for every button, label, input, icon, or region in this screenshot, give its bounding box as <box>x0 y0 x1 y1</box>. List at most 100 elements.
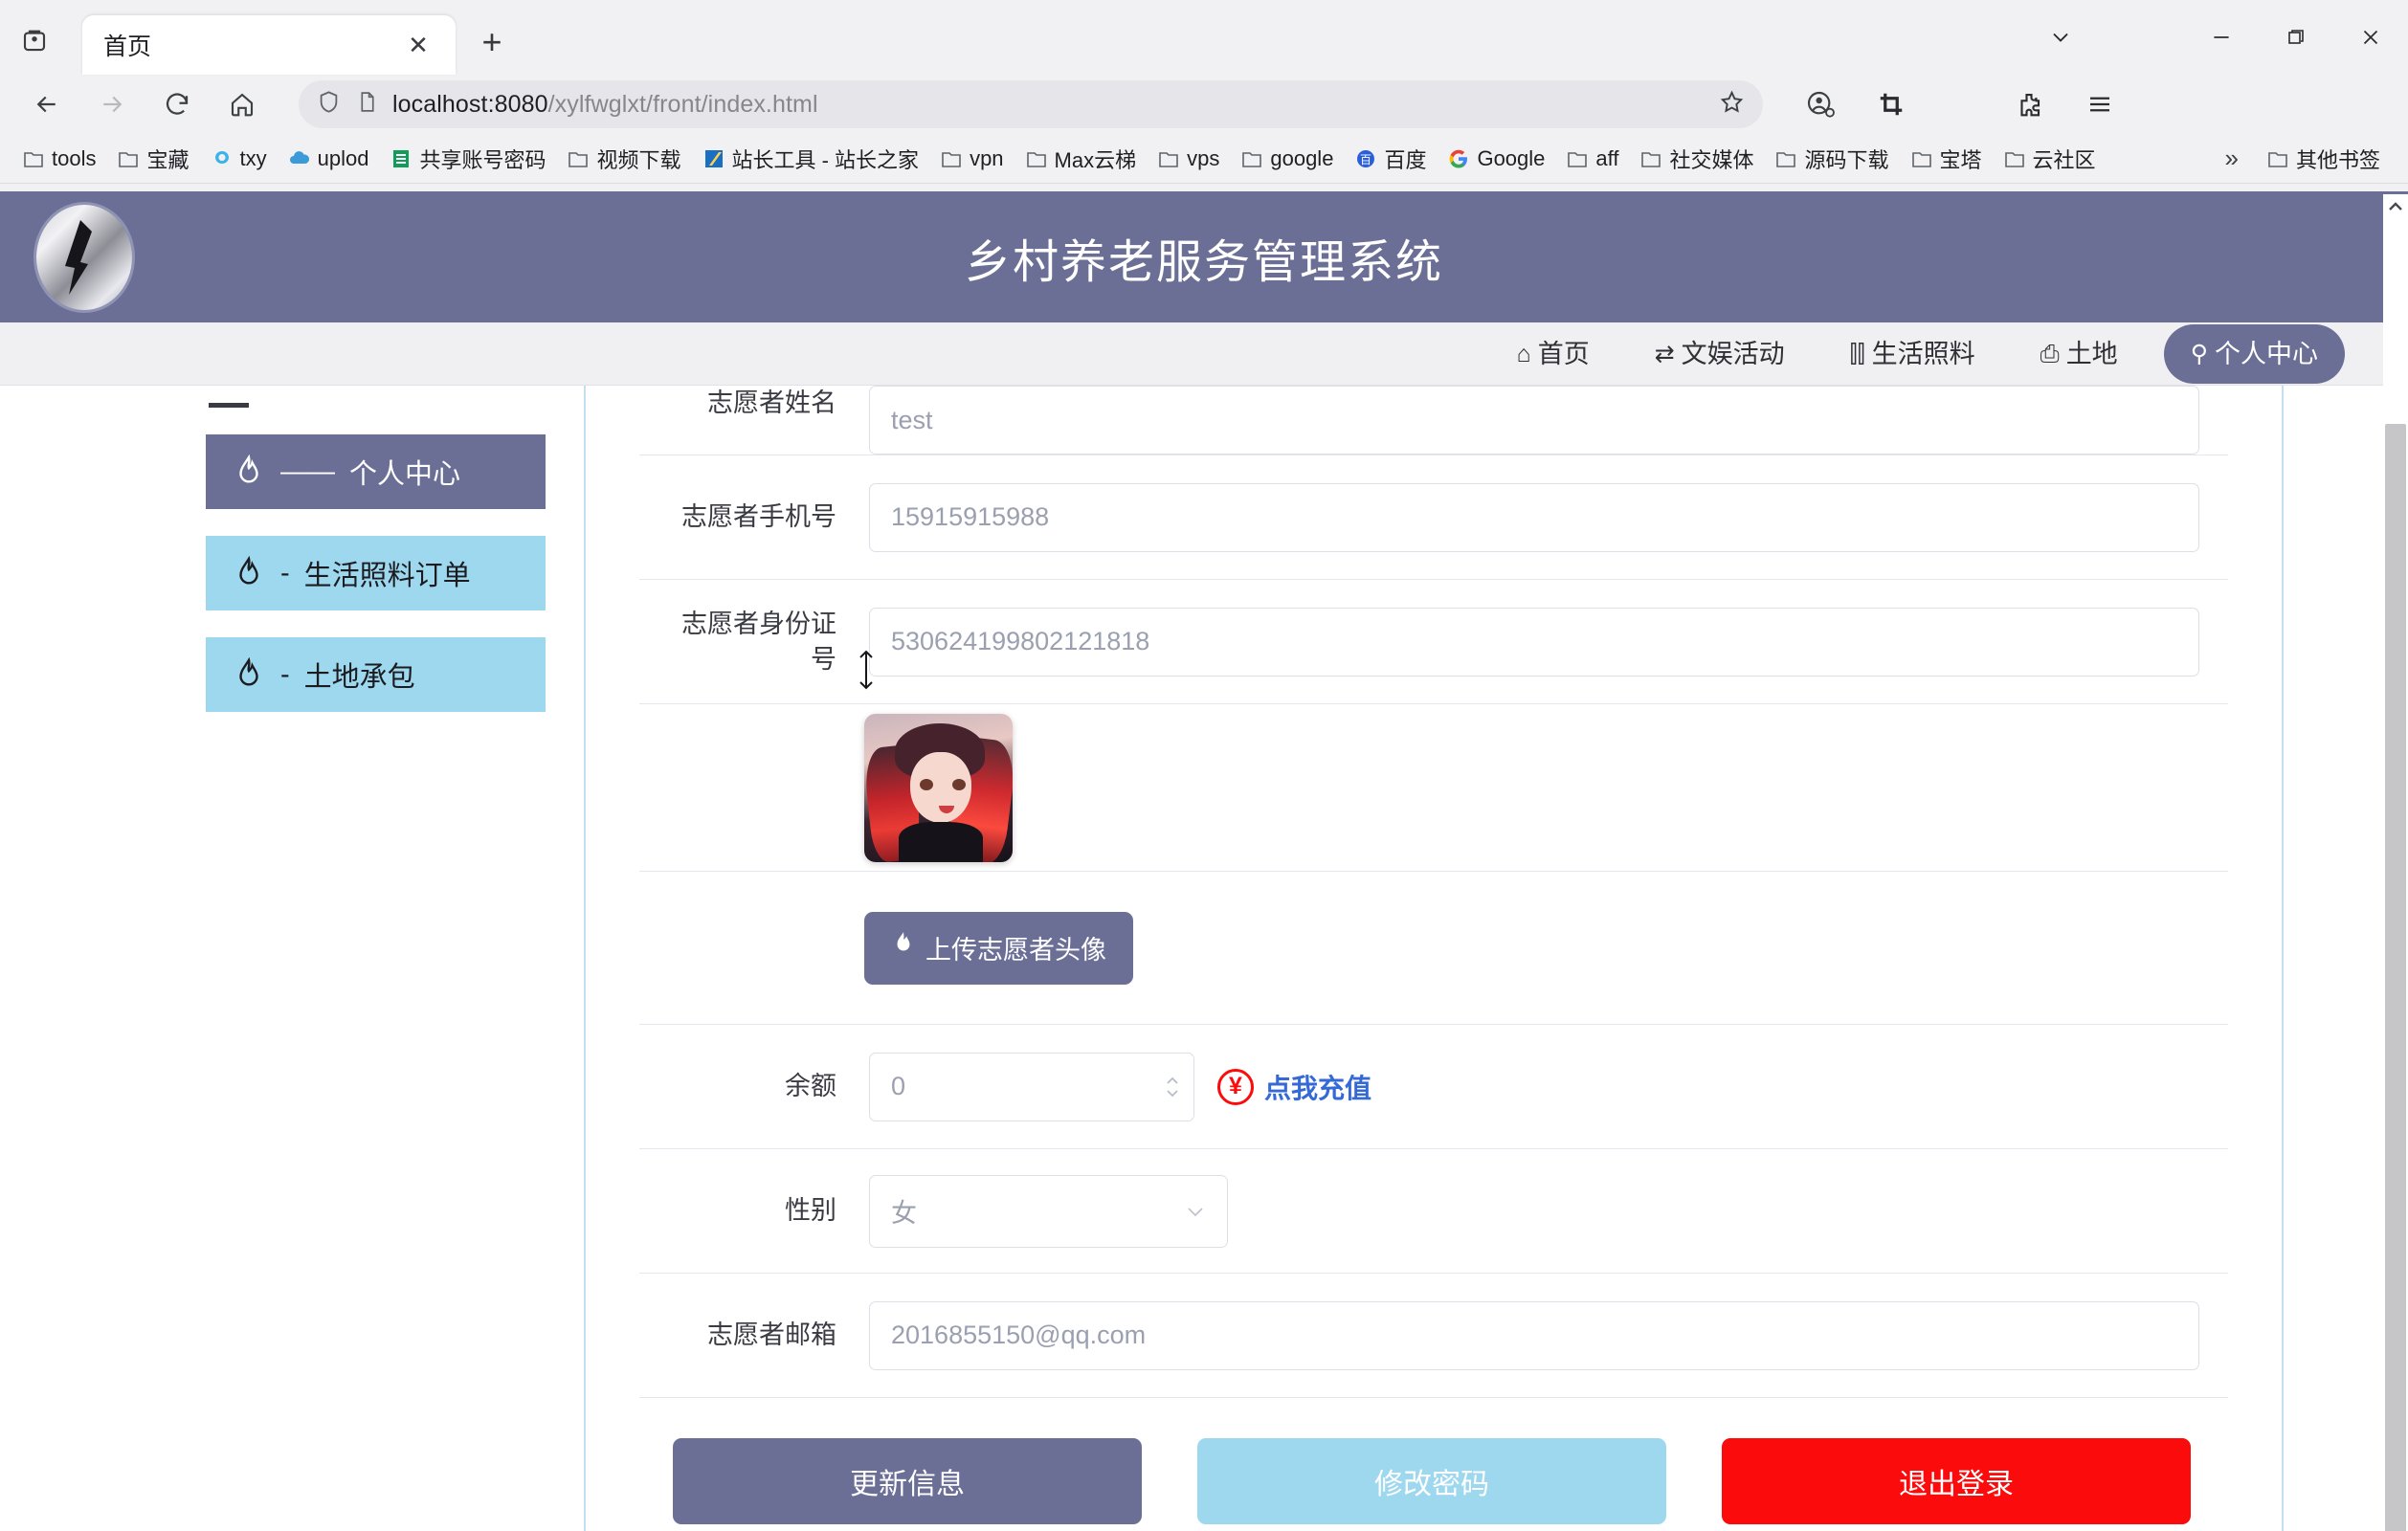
minimize-icon[interactable] <box>2184 0 2259 75</box>
recharge-label: 点我充值 <box>1264 1073 1372 1103</box>
nav-item-3[interactable]: ⫿⫿ 生活照料 <box>1817 322 2008 386</box>
site-header: 乡村养老服务管理系统 <box>0 191 2408 322</box>
avatar[interactable] <box>864 713 1013 862</box>
nav-item-2[interactable]: ⇄ 文娱活动 <box>1622 322 1817 386</box>
sidebar-divider <box>209 403 249 408</box>
nav-item-4[interactable]: ⎙ 土地 <box>2008 322 2151 386</box>
bookmark-label: 宝藏 <box>146 147 190 172</box>
nav-item-label: 生活照料 <box>1871 339 1975 368</box>
scroll-up-icon[interactable] <box>2387 198 2404 217</box>
bookmark-item[interactable]: aff <box>1557 143 1627 175</box>
bookmark-label: 共享账号密码 <box>419 147 546 172</box>
screenshot-crop-icon[interactable] <box>1861 75 1922 134</box>
home-icon[interactable] <box>212 75 272 134</box>
browser-menu-icon[interactable] <box>2069 75 2130 134</box>
tencent-cloud-icon <box>211 147 234 170</box>
folder-icon <box>22 147 45 170</box>
folder-icon <box>1910 147 1933 170</box>
bookmark-item[interactable]: 源码下载 <box>1766 140 1897 178</box>
page-scrollbar[interactable] <box>2383 194 2408 1531</box>
maximize-icon[interactable] <box>2259 0 2333 75</box>
folder-icon <box>1639 147 1662 170</box>
back-icon[interactable] <box>17 75 77 134</box>
upload-avatar-button[interactable]: 上传志愿者头像 <box>864 911 1133 985</box>
new-tab-button[interactable]: + <box>465 15 519 69</box>
profile-icon[interactable] <box>1790 75 1851 134</box>
bookmark-item[interactable]: 共享账号密码 <box>381 140 554 178</box>
bookmark-label: 源码下载 <box>1804 147 1889 172</box>
form-row-email: 志愿者邮箱 2016855150@qq.com <box>639 1274 2228 1398</box>
nav-item-1[interactable]: ⌂ 首页 <box>1484 322 1622 386</box>
user-icon: ⚲ <box>2190 340 2208 367</box>
tab-search-icon[interactable] <box>13 19 56 61</box>
baidu-icon: 百 <box>1354 147 1377 170</box>
activity-icon: ⇄ <box>1654 340 1675 367</box>
resize-cursor <box>856 649 877 690</box>
scrollbar-thumb[interactable] <box>2385 424 2406 1531</box>
bookmark-item[interactable]: txy <box>202 143 276 175</box>
reload-icon[interactable] <box>147 75 207 134</box>
bookmark-item[interactable]: google <box>1232 143 1342 175</box>
folder-icon <box>1774 147 1797 170</box>
change-password-button[interactable]: 修改密码 <box>1197 1438 1666 1524</box>
bookmark-item[interactable]: 宝藏 <box>108 140 197 178</box>
bookmark-item[interactable]: 视频下载 <box>558 140 689 178</box>
browser-tab[interactable]: 首页 ✕ <box>82 15 456 75</box>
google-icon <box>1447 147 1470 170</box>
bookmark-item[interactable]: uplod <box>279 143 378 175</box>
number-spinner[interactable] <box>1165 1076 1180 1098</box>
bookmark-item[interactable]: vps <box>1148 143 1228 175</box>
bookmark-item[interactable]: vpn <box>931 143 1012 175</box>
extensions-puzzle-icon[interactable] <box>1998 75 2060 134</box>
bookmark-other[interactable]: 其他书签 <box>2258 140 2389 178</box>
site-nav: ⌂ 首页 ⇄ 文娱活动 ⫿⫿ 生活照料 ⎙ 土地 ⚲ 个人中心 <box>0 322 2408 386</box>
bookmark-item[interactable]: 宝塔 <box>1902 140 1991 178</box>
volunteer-email-input[interactable]: 2016855150@qq.com <box>869 1300 2199 1370</box>
bookmarks-overflow-icon[interactable]: » <box>2210 144 2254 173</box>
update-info-button[interactable]: 更新信息 <box>673 1438 1142 1524</box>
page-info-icon[interactable] <box>355 90 379 119</box>
bookmark-item[interactable]: 站长工具 - 站长之家 <box>694 140 928 178</box>
upload-avatar-label: 上传志愿者头像 <box>925 936 1106 965</box>
sidebar-item-separator: —— <box>280 455 335 487</box>
action-buttons: 更新信息 修改密码 退出登录 <box>639 1398 2228 1524</box>
profile-card: 志愿者姓名 test 志愿者手机号 15915915988 志愿者身份证号 53… <box>584 386 2284 1531</box>
form-row-idcard: 志愿者身份证号 530624199802121818 <box>639 580 2228 704</box>
volunteer-idcard-input[interactable]: 530624199802121818 <box>869 607 2199 677</box>
volunteer-phone-input[interactable]: 15915915988 <box>869 482 2199 552</box>
tab-title: 首页 <box>103 33 152 60</box>
bookmark-item[interactable]: 云社区 <box>1995 140 2105 178</box>
bookmarks-overflow: » 其他书签 <box>2210 140 2395 178</box>
bookmark-label: vps <box>1187 145 1220 170</box>
address-bar[interactable]: localhost:8080/xylfwglxt/front/index.htm… <box>299 80 1763 128</box>
sidebar-item-1[interactable]: —— 个人中心 <box>206 434 546 509</box>
bookmark-item[interactable]: tools <box>13 143 104 175</box>
sidebar-item-3[interactable]: - 土地承包 <box>206 637 546 712</box>
balance-input[interactable]: 0 <box>869 1052 1194 1121</box>
browser-window: 首页 ✕ + localhost:8080/xylfwglxt/front/in… <box>0 0 2408 1531</box>
chevron-down-icon[interactable] <box>2023 0 2098 75</box>
volunteer-name-input[interactable]: test <box>869 386 2199 455</box>
svg-text:百: 百 <box>1360 153 1371 166</box>
yen-icon: ¥ <box>1217 1068 1254 1105</box>
bookmark-star-icon[interactable] <box>1718 88 1746 121</box>
sidebar-item-2[interactable]: - 生活照料订单 <box>206 536 546 610</box>
gender-select[interactable]: 女 <box>869 1174 1228 1248</box>
browser-toolbar: localhost:8080/xylfwglxt/front/index.htm… <box>0 75 2408 134</box>
bookmark-item[interactable]: 社交媒体 <box>1631 140 1762 178</box>
form-row-gender: 性别 女 <box>639 1149 2228 1274</box>
nav-item-label: 个人中心 <box>2215 339 2318 368</box>
close-icon[interactable] <box>2333 0 2408 75</box>
shield-icon <box>316 89 342 120</box>
bookmark-item[interactable]: Max云梯 <box>1016 140 1146 178</box>
chinaz-icon <box>702 147 725 170</box>
page-viewport: 乡村养老服务管理系统 ⌂ 首页 ⇄ 文娱活动 ⫿⫿ 生活照料 ⎙ 土地 ⚲ 个人中心 —— 个人中心… <box>0 191 2408 1531</box>
bookmark-item[interactable]: 百百度 <box>1346 140 1435 178</box>
flame-icon <box>233 454 265 490</box>
tab-close-icon[interactable]: ✕ <box>402 31 435 60</box>
logout-button[interactable]: 退出登录 <box>1722 1438 2191 1524</box>
bookmark-item[interactable]: Google <box>1438 143 1553 175</box>
sidebar: —— 个人中心 - 生活照料订单 - 土地承包 <box>0 386 584 1531</box>
recharge-link[interactable]: ¥ 点我充值 <box>1217 1068 1371 1106</box>
nav-item-5[interactable]: ⚲ 个人中心 <box>2163 323 2345 384</box>
